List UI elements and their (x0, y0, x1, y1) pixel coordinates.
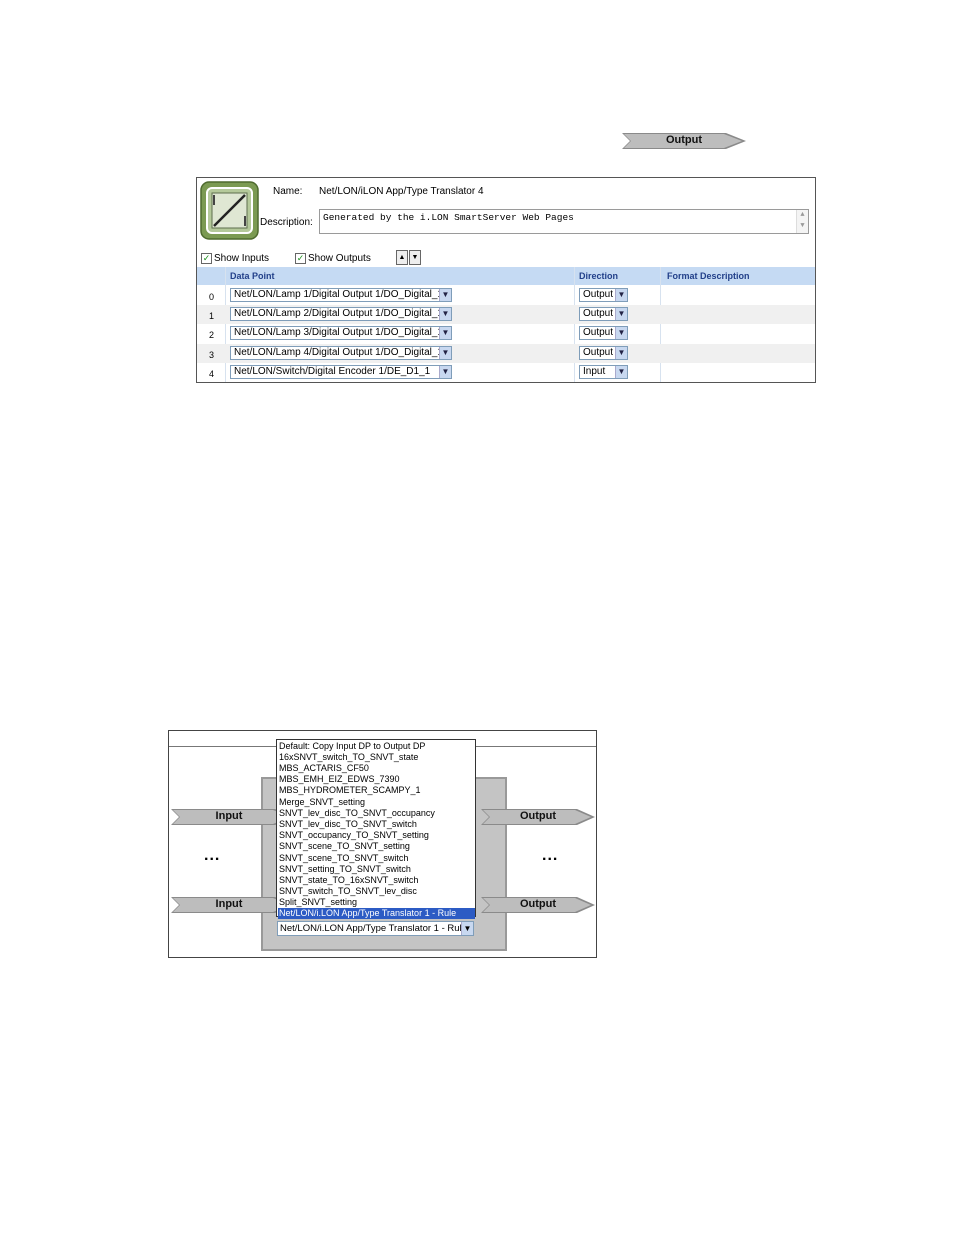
chevron-down-icon: ▼ (439, 347, 451, 359)
name-value: Net/LON/iLON App/Type Translator 4 (319, 186, 484, 197)
rule-option-selected[interactable]: Net/LON/i.LON App/Type Translator 1 - Ru… (278, 908, 475, 919)
rule-option[interactable]: MBS_ACTARIS_CF50 (278, 763, 475, 774)
rule-select[interactable]: Net/LON/i.LON App/Type Translator 1 - Ru… (277, 921, 474, 936)
chevron-down-icon: ▼ (615, 308, 627, 320)
show-inputs-checkbox[interactable]: ✓ Show Inputs (201, 253, 269, 264)
description-field[interactable]: Generated by the i.LON SmartServer Web P… (319, 209, 809, 234)
description-scrollbar[interactable]: ▲ ▼ (796, 210, 808, 233)
checkmark-icon: ✓ (295, 253, 306, 264)
rule-option[interactable]: SNVT_occupancy_TO_SNVT_setting (278, 830, 475, 841)
rule-option[interactable]: SNVT_lev_disc_TO_SNVT_occupancy (278, 808, 475, 819)
type-translator-icon (200, 181, 259, 240)
rule-option[interactable]: SNVT_scene_TO_SNVT_setting (278, 841, 475, 852)
rule-option[interactable]: MBS_HYDROMETER_SCAMPY_1 (278, 785, 475, 796)
rule-option[interactable]: SNVT_lev_disc_TO_SNVT_switch (278, 819, 475, 830)
data-point-select[interactable]: Net/LON/Lamp 1/Digital Output 1/DO_Digit… (230, 288, 452, 302)
data-point-select[interactable]: Net/LON/Lamp 4/Digital Output 1/DO_Digit… (230, 346, 452, 360)
column-header-data-point: Data Point (230, 271, 275, 281)
description-label: Description: (260, 217, 313, 228)
scroll-up-icon[interactable]: ▲ (797, 210, 808, 221)
table-row: 3 Net/LON/Lamp 4/Digital Output 1/DO_Dig… (197, 344, 815, 363)
direction-select[interactable]: Output ▼ (579, 346, 628, 360)
more-outputs-ellipsis: ... (542, 847, 559, 864)
rule-dropdown-list[interactable]: Default: Copy Input DP to Output DP 16xS… (276, 739, 476, 919)
rule-option[interactable]: Merge_SNVT_setting (278, 797, 475, 808)
direction-select[interactable]: Output ▼ (579, 307, 628, 321)
data-point-select[interactable]: Net/LON/Lamp 3/Digital Output 1/DO_Digit… (230, 326, 452, 340)
table-row: 0 Net/LON/Lamp 1/Digital Output 1/DO_Dig… (197, 286, 815, 305)
rule-option[interactable]: SNVT_scene_TO_SNVT_switch (278, 853, 475, 864)
chevron-down-icon: ▼ (439, 327, 451, 339)
rule-option[interactable]: MBS_EMH_EIZ_EDWS_7390 (278, 774, 475, 785)
chevron-down-icon: ▼ (615, 366, 627, 378)
move-up-button[interactable]: ▲ (396, 250, 408, 265)
output-arrow-bottom[interactable]: Output (481, 895, 605, 915)
rule-option[interactable]: 16xSNVT_switch_TO_SNVT_state (278, 752, 475, 763)
chevron-down-icon: ▼ (615, 347, 627, 359)
chevron-down-icon: ▼ (615, 327, 627, 339)
more-inputs-ellipsis: ... (204, 847, 221, 864)
table-row: 4 Net/LON/Switch/Digital Encoder 1/DE_D1… (197, 363, 815, 382)
output-arrow-button[interactable]: Output (622, 131, 746, 151)
output-arrow-top[interactable]: Output (481, 807, 605, 827)
table-header: Data Point Direction Format Description (197, 267, 815, 285)
rule-selection-panel: Input Input Output Output ... ... Defaul… (168, 730, 597, 958)
direction-select[interactable]: Output ▼ (579, 326, 628, 340)
data-point-select[interactable]: Net/LON/Lamp 2/Digital Output 1/DO_Digit… (230, 307, 452, 321)
rule-option[interactable]: Split_SNVT_setting (278, 897, 475, 908)
translator-config-panel: Name: Net/LON/iLON App/Type Translator 4… (196, 177, 816, 383)
chevron-down-icon: ▼ (439, 289, 451, 301)
direction-select[interactable]: Input ▼ (579, 365, 628, 379)
column-header-format-description: Format Description (667, 271, 750, 281)
data-point-select[interactable]: Net/LON/Switch/Digital Encoder 1/DE_D1_1… (230, 365, 452, 379)
table-row: 2 Net/LON/Lamp 3/Digital Output 1/DO_Dig… (197, 324, 815, 343)
chevron-down-icon: ▼ (439, 366, 451, 378)
rule-option[interactable]: SNVT_state_TO_16xSNVT_switch (278, 875, 475, 886)
rule-option[interactable]: Default: Copy Input DP to Output DP (278, 741, 475, 752)
chevron-down-icon: ▼ (439, 308, 451, 320)
show-outputs-checkbox[interactable]: ✓ Show Outputs (295, 253, 371, 264)
name-label: Name: (273, 186, 303, 197)
rule-option[interactable]: SNVT_switch_TO_SNVT_lev_disc (278, 886, 475, 897)
column-header-direction: Direction (579, 271, 619, 281)
chevron-down-icon: ▼ (461, 922, 473, 935)
table-row: 1 Net/LON/Lamp 2/Digital Output 1/DO_Dig… (197, 305, 815, 324)
direction-select[interactable]: Output ▼ (579, 288, 628, 302)
rule-option[interactable]: SNVT_setting_TO_SNVT_switch (278, 864, 475, 875)
checkmark-icon: ✓ (201, 253, 212, 264)
move-down-button[interactable]: ▼ (409, 250, 421, 265)
scroll-down-icon[interactable]: ▼ (797, 221, 808, 232)
chevron-down-icon: ▼ (615, 289, 627, 301)
